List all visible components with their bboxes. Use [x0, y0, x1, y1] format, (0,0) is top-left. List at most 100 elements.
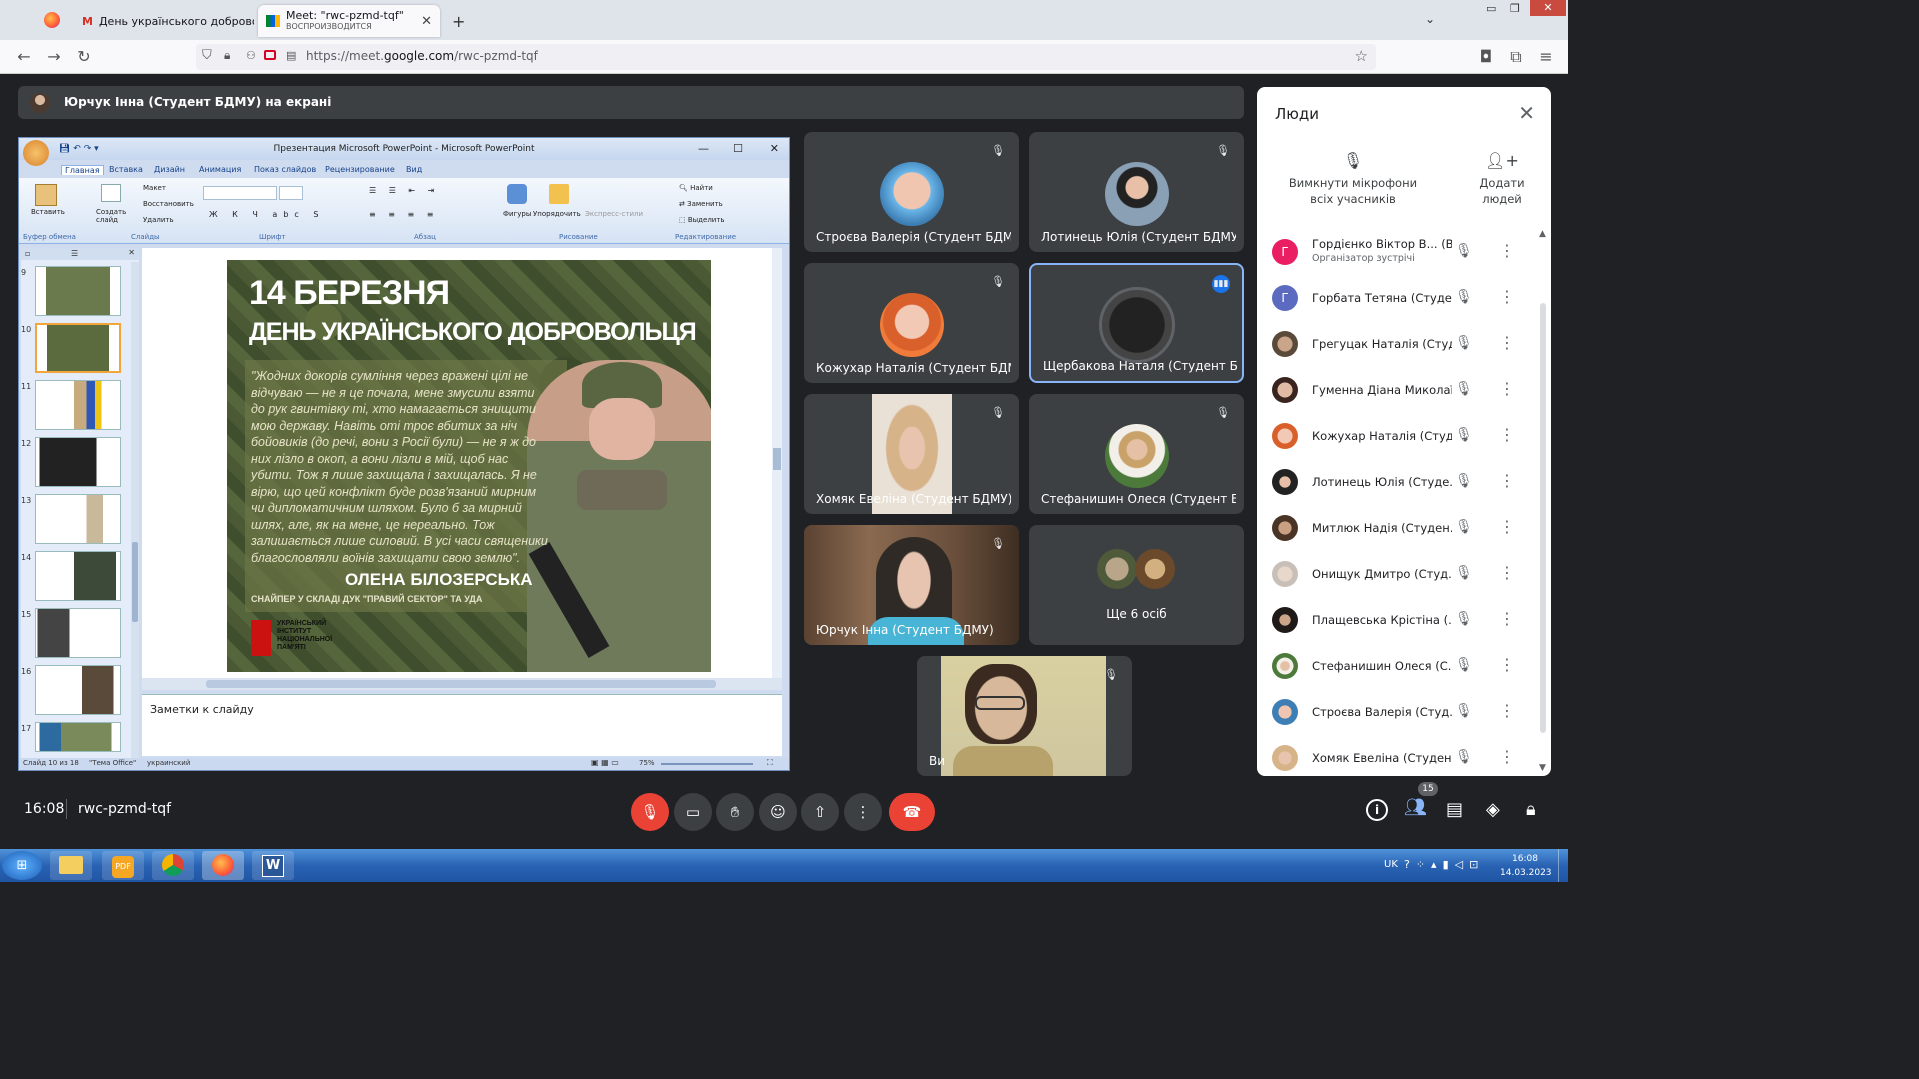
- participant-row[interactable]: Строєва Валерія (Студ... 🎙︎ ⋮: [1257, 689, 1537, 735]
- slide-thumbnail-selected[interactable]: [35, 323, 121, 373]
- participant-row[interactable]: Кожухар Наталія (Студ... 🎙︎ ⋮: [1257, 413, 1537, 459]
- close-panel-icon[interactable]: ✕: [1518, 101, 1535, 125]
- forward-icon[interactable]: →: [44, 47, 64, 67]
- scrollbar-thumb[interactable]: [206, 680, 716, 688]
- participant-tile[interactable]: 🎙︎ Лотинець Юлія (Студент БДМУ): [1029, 132, 1244, 252]
- slide-thumbnail[interactable]: [35, 380, 121, 430]
- taskbar-firefox[interactable]: [202, 851, 244, 880]
- more-options-icon[interactable]: ⋮: [1499, 517, 1515, 536]
- close-tab-icon[interactable]: ✕: [421, 14, 432, 29]
- new-slide-button[interactable]: Создать слайд: [96, 208, 130, 224]
- ppt-tab-slideshow[interactable]: Показ слайдов: [254, 165, 316, 174]
- tab-meet[interactable]: Meet: "rwc-pzmd-tqf" ВОСПРОИЗВОДИТСЯ ✕: [258, 5, 440, 37]
- ppt-tab-view[interactable]: Вид: [406, 165, 422, 174]
- more-participants-tile[interactable]: Ще 6 осіб: [1029, 525, 1244, 645]
- mic-off-icon[interactable]: 🎙︎: [1455, 335, 1473, 353]
- menu-icon[interactable]: ≡: [1536, 47, 1556, 67]
- ppt-tab-insert[interactable]: Вставка: [109, 165, 143, 174]
- participant-row[interactable]: Митлюк Надія (Студен... 🎙︎ ⋮: [1257, 505, 1537, 551]
- tab-volunteer-day[interactable]: M День українського доброволь ✕: [74, 5, 254, 37]
- add-people-button[interactable]: 👤︎+ Додати людей: [1465, 153, 1539, 207]
- bookmark-star-icon[interactable]: ☆: [1355, 47, 1368, 65]
- participant-row[interactable]: Онищук Дмитро (Студ... 🎙︎ ⋮: [1257, 551, 1537, 597]
- list-buttons[interactable]: ☰ ☰ ⇤ ⇥: [369, 186, 439, 195]
- delete-button[interactable]: Удалить: [143, 216, 174, 224]
- people-icon[interactable]: 👥︎: [1404, 797, 1430, 823]
- mic-off-icon[interactable]: 🎙︎: [1455, 243, 1473, 261]
- more-options-icon[interactable]: ⋮: [1499, 241, 1515, 260]
- mic-off-icon[interactable]: 🎙︎: [1455, 565, 1473, 583]
- quick-styles-button[interactable]: Экспресс-стили: [585, 210, 643, 218]
- participant-tile[interactable]: 🎙︎ Кожухар Наталія (Студент БДМ...: [804, 263, 1019, 383]
- shapes-button[interactable]: Фигуры: [503, 210, 531, 218]
- notes-pane[interactable]: Заметки к слайду: [142, 694, 782, 756]
- more-options-icon[interactable]: ⋮: [1499, 333, 1515, 352]
- slide-vertical-scrollbar[interactable]: [772, 248, 782, 678]
- meeting-code[interactable]: rwc-pzmd-tqf: [78, 801, 171, 817]
- slides-tab-icon[interactable]: ▫: [25, 249, 30, 258]
- url-bar[interactable]: ⛉ 🔒︎ ⚇ ▤ https://meet.google.com/rwc-pzm…: [196, 44, 1376, 70]
- clock-date[interactable]: 14.03.2023: [1500, 868, 1552, 878]
- slide-thumbnail[interactable]: [35, 722, 121, 752]
- camera-toggle-button[interactable]: ▭: [674, 793, 712, 831]
- participant-row[interactable]: Плащевська Крістіна (... 🎙︎ ⋮: [1257, 597, 1537, 643]
- reload-icon[interactable]: ↻: [74, 47, 94, 67]
- present-button[interactable]: ⇧: [801, 793, 839, 831]
- more-options-icon[interactable]: ⋮: [1499, 379, 1515, 398]
- taskbar-pdf-app[interactable]: PDF: [102, 851, 144, 880]
- arrange-icon[interactable]: [549, 184, 569, 204]
- scrollbar-thumb[interactable]: [132, 542, 138, 622]
- mic-off-icon[interactable]: 🎙︎: [1455, 381, 1473, 399]
- page-info-icon[interactable]: ▤: [286, 49, 296, 62]
- slide-thumbnail[interactable]: [35, 266, 121, 316]
- participant-row[interactable]: Стефанишин Олеся (С... 🎙︎ ⋮: [1257, 643, 1537, 689]
- mic-off-icon[interactable]: 🎙︎: [1455, 657, 1473, 675]
- participant-row[interactable]: Г Гордієнко Віктор В... (Ви) Організатор…: [1257, 229, 1537, 275]
- ppt-tab-home[interactable]: Главная: [61, 165, 104, 175]
- self-tile[interactable]: 🎙︎ Ви: [917, 656, 1132, 776]
- align-buttons[interactable]: ≡ ≡ ≡ ≡: [369, 210, 438, 219]
- taskbar-explorer[interactable]: [50, 851, 92, 880]
- extensions-icon[interactable]: ⧉: [1506, 47, 1526, 67]
- show-desktop-button[interactable]: [1558, 849, 1568, 882]
- taskbar-word[interactable]: W: [252, 851, 294, 880]
- slide-thumbnail[interactable]: [35, 494, 121, 544]
- mic-off-icon[interactable]: 🎙︎: [1455, 703, 1473, 721]
- participant-row[interactable]: Лотинець Юлія (Студе... 🎙︎ ⋮: [1257, 459, 1537, 505]
- more-options-icon[interactable]: ⋮: [1499, 701, 1515, 720]
- raise-hand-button[interactable]: ✋︎: [716, 793, 754, 831]
- paste-icon[interactable]: [35, 184, 57, 206]
- mic-off-icon[interactable]: 🎙︎: [1455, 519, 1473, 537]
- ppt-tab-animation[interactable]: Анимация: [199, 165, 241, 174]
- more-options-icon[interactable]: ⋮: [1499, 655, 1515, 674]
- clock-time[interactable]: 16:08: [1500, 854, 1550, 864]
- new-slide-icon[interactable]: [101, 184, 121, 202]
- mute-all-button[interactable]: 🎙︎ Вимкнути мікрофони всіх учасників: [1281, 153, 1425, 207]
- more-options-icon[interactable]: ⋮: [1499, 425, 1515, 444]
- zoom-slider[interactable]: [661, 763, 753, 765]
- host-controls-icon[interactable]: 🔒︎: [1526, 799, 1536, 820]
- replace-button[interactable]: ⇄ Заменить: [679, 200, 723, 208]
- layout-button[interactable]: Макет: [143, 184, 166, 192]
- firefox-view-icon[interactable]: [44, 12, 60, 28]
- shield-icon[interactable]: ⛉: [202, 48, 212, 63]
- url-text[interactable]: https://meet.google.com/rwc-pzmd-tqf: [306, 49, 538, 63]
- leave-call-button[interactable]: ☎︎: [889, 793, 935, 831]
- thumbnails-scrollbar[interactable]: [131, 262, 139, 758]
- lock-icon[interactable]: 🔒︎: [224, 48, 230, 63]
- more-options-button[interactable]: ⋮: [844, 793, 882, 831]
- taskbar-chrome[interactable]: [152, 851, 194, 880]
- reset-button[interactable]: Восстановить: [143, 200, 194, 208]
- participant-row[interactable]: Хомяк Евеліна (Студен... 🎙︎ ⋮: [1257, 735, 1537, 776]
- slide-editing-area[interactable]: 14 БЕРЕЗНЯ ДЕНЬ УКРАЇНСЬКОГО ДОБРОВОЛЬЦЯ…: [142, 248, 782, 678]
- new-tab-icon[interactable]: +: [452, 12, 465, 31]
- quick-access-toolbar[interactable]: 💾︎ ↶ ↷ ▾: [59, 138, 99, 160]
- close-pane-icon[interactable]: ✕: [128, 248, 135, 257]
- language-indicator[interactable]: UK: [1384, 859, 1398, 870]
- outline-tab-icon[interactable]: ☰: [71, 249, 78, 258]
- more-options-icon[interactable]: ⋮: [1499, 563, 1515, 582]
- ppt-tab-review[interactable]: Рецензирование: [325, 165, 395, 174]
- activities-icon[interactable]: ◈: [1486, 799, 1500, 820]
- fit-window-icon[interactable]: ⛶: [767, 758, 773, 768]
- slide-canvas[interactable]: 14 БЕРЕЗНЯ ДЕНЬ УКРАЇНСЬКОГО ДОБРОВОЛЬЦЯ…: [227, 260, 711, 672]
